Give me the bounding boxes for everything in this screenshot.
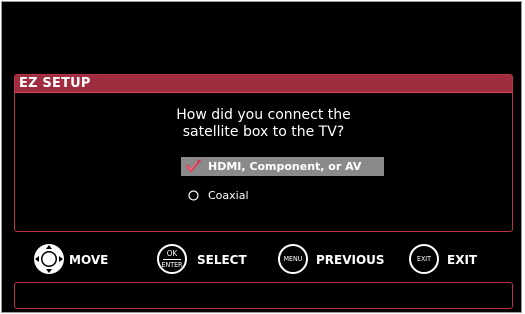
- ok-text: OK: [166, 249, 178, 258]
- tv-screen: EZ SETUP How did you connect the satelli…: [1, 1, 522, 313]
- radio-circle-icon: [188, 190, 199, 201]
- exit-label: EXIT: [447, 253, 478, 267]
- setup-question: How did you connect the satellite box to…: [176, 107, 351, 140]
- panel-title-bar: EZ SETUP: [15, 75, 512, 93]
- exit-text: EXIT: [417, 255, 431, 263]
- move-label: MOVE: [69, 253, 109, 267]
- ok-enter-button-icon: OK ENTER: [157, 244, 187, 274]
- select-label: SELECT: [197, 253, 247, 267]
- option-hdmi[interactable]: HDMI, Component, or AV: [181, 157, 384, 176]
- divider: [163, 259, 181, 260]
- checkmark-icon: [185, 159, 202, 173]
- dpad-icon: [34, 244, 64, 274]
- exit-button-icon: EXIT: [409, 244, 439, 274]
- previous-label: PREVIOUS: [316, 253, 385, 267]
- option-coaxial[interactable]: Coaxial: [181, 186, 384, 205]
- option-label: Coaxial: [208, 189, 249, 202]
- menu-text: MENU: [283, 255, 303, 263]
- option-label: HDMI, Component, or AV: [208, 160, 362, 173]
- menu-button-icon: MENU: [278, 244, 308, 274]
- enter-text: ENTER: [161, 261, 183, 269]
- info-bar: [14, 282, 513, 309]
- ez-setup-panel: EZ SETUP How did you connect the satelli…: [14, 74, 513, 232]
- remote-help-bar: MOVE OK ENTER SELECT MENU PREVIOUS EXIT …: [12, 240, 515, 280]
- panel-title: EZ SETUP: [19, 76, 91, 91]
